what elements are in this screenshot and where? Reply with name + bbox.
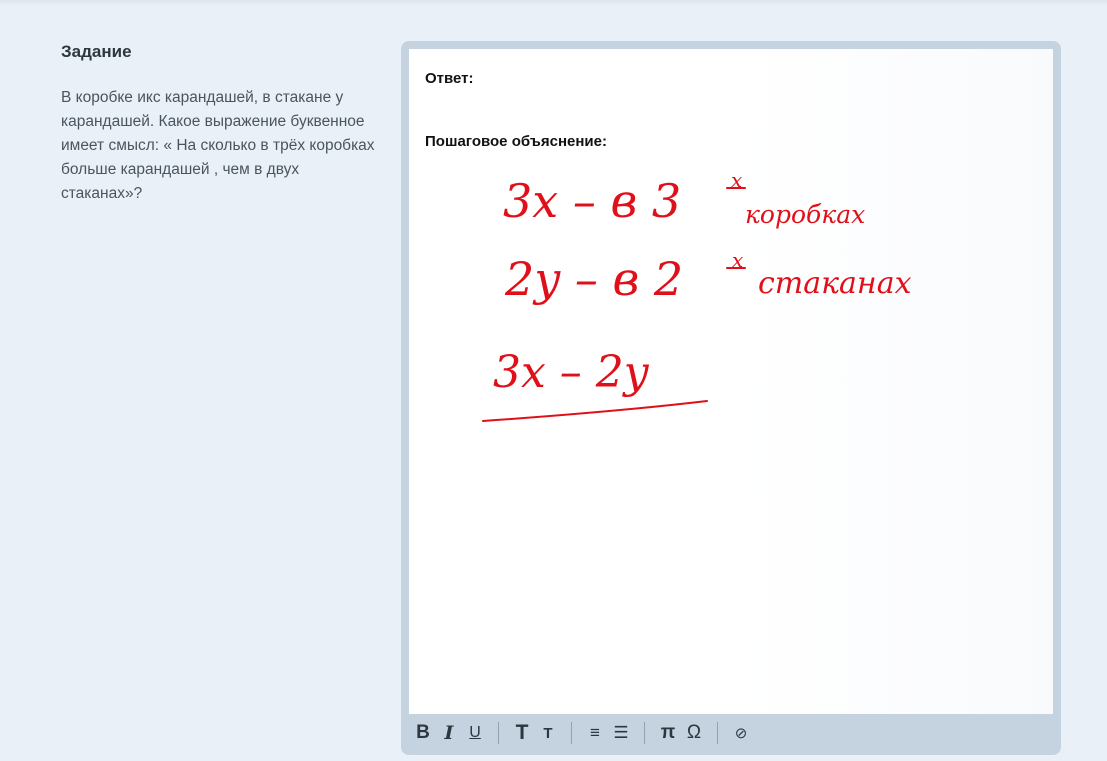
underline-button[interactable]: U xyxy=(467,720,483,746)
toolbar-divider xyxy=(717,722,718,744)
handwriting-line1: 3x – в 3 xyxy=(503,174,681,228)
text-large-button[interactable]: T xyxy=(514,720,530,746)
attach-icon[interactable]: ⊘ xyxy=(733,720,749,746)
handwriting-line2: 2y – в 2 xyxy=(504,252,683,306)
final-answer-underline xyxy=(482,400,708,422)
omega-symbol-button[interactable]: Ω xyxy=(686,720,702,746)
handwritten-solution-image: 3x – в 3 х коробках 2y – в 2 х стаканах … xyxy=(482,168,912,422)
text-small-button[interactable]: T xyxy=(540,720,556,746)
toolbar-divider xyxy=(498,722,499,744)
toolbar-divider xyxy=(644,722,645,744)
formatting-toolbar: B I U T T ≡ ☰ π Ω ⊘ xyxy=(409,714,1053,752)
handwriting-line1-tail: коробках xyxy=(745,200,865,229)
handwriting-line2-tail: стаканах xyxy=(758,266,912,301)
handwriting-line3: 3x – 2y xyxy=(493,347,650,398)
task-text: В коробке икс карандашей, в стакане у ка… xyxy=(61,89,375,202)
editor-content-area[interactable]: Ответ: Пошаговое объяснение: 3x – в 3 х … xyxy=(409,49,1053,714)
task-panel: Задание В коробке икс карандашей, в стак… xyxy=(61,42,383,206)
toolbar-divider xyxy=(571,722,572,744)
pi-symbol-button[interactable]: π xyxy=(660,720,676,746)
bold-button[interactable]: B xyxy=(415,720,431,746)
italic-button[interactable]: I xyxy=(441,720,457,746)
top-shadow xyxy=(0,0,1107,6)
answer-editor: Ответ: Пошаговое объяснение: 3x – в 3 х … xyxy=(401,41,1061,755)
numbered-list-icon[interactable]: ≡ xyxy=(587,720,603,746)
task-title: Задание xyxy=(61,42,132,61)
bullet-list-icon[interactable]: ☰ xyxy=(613,720,629,746)
